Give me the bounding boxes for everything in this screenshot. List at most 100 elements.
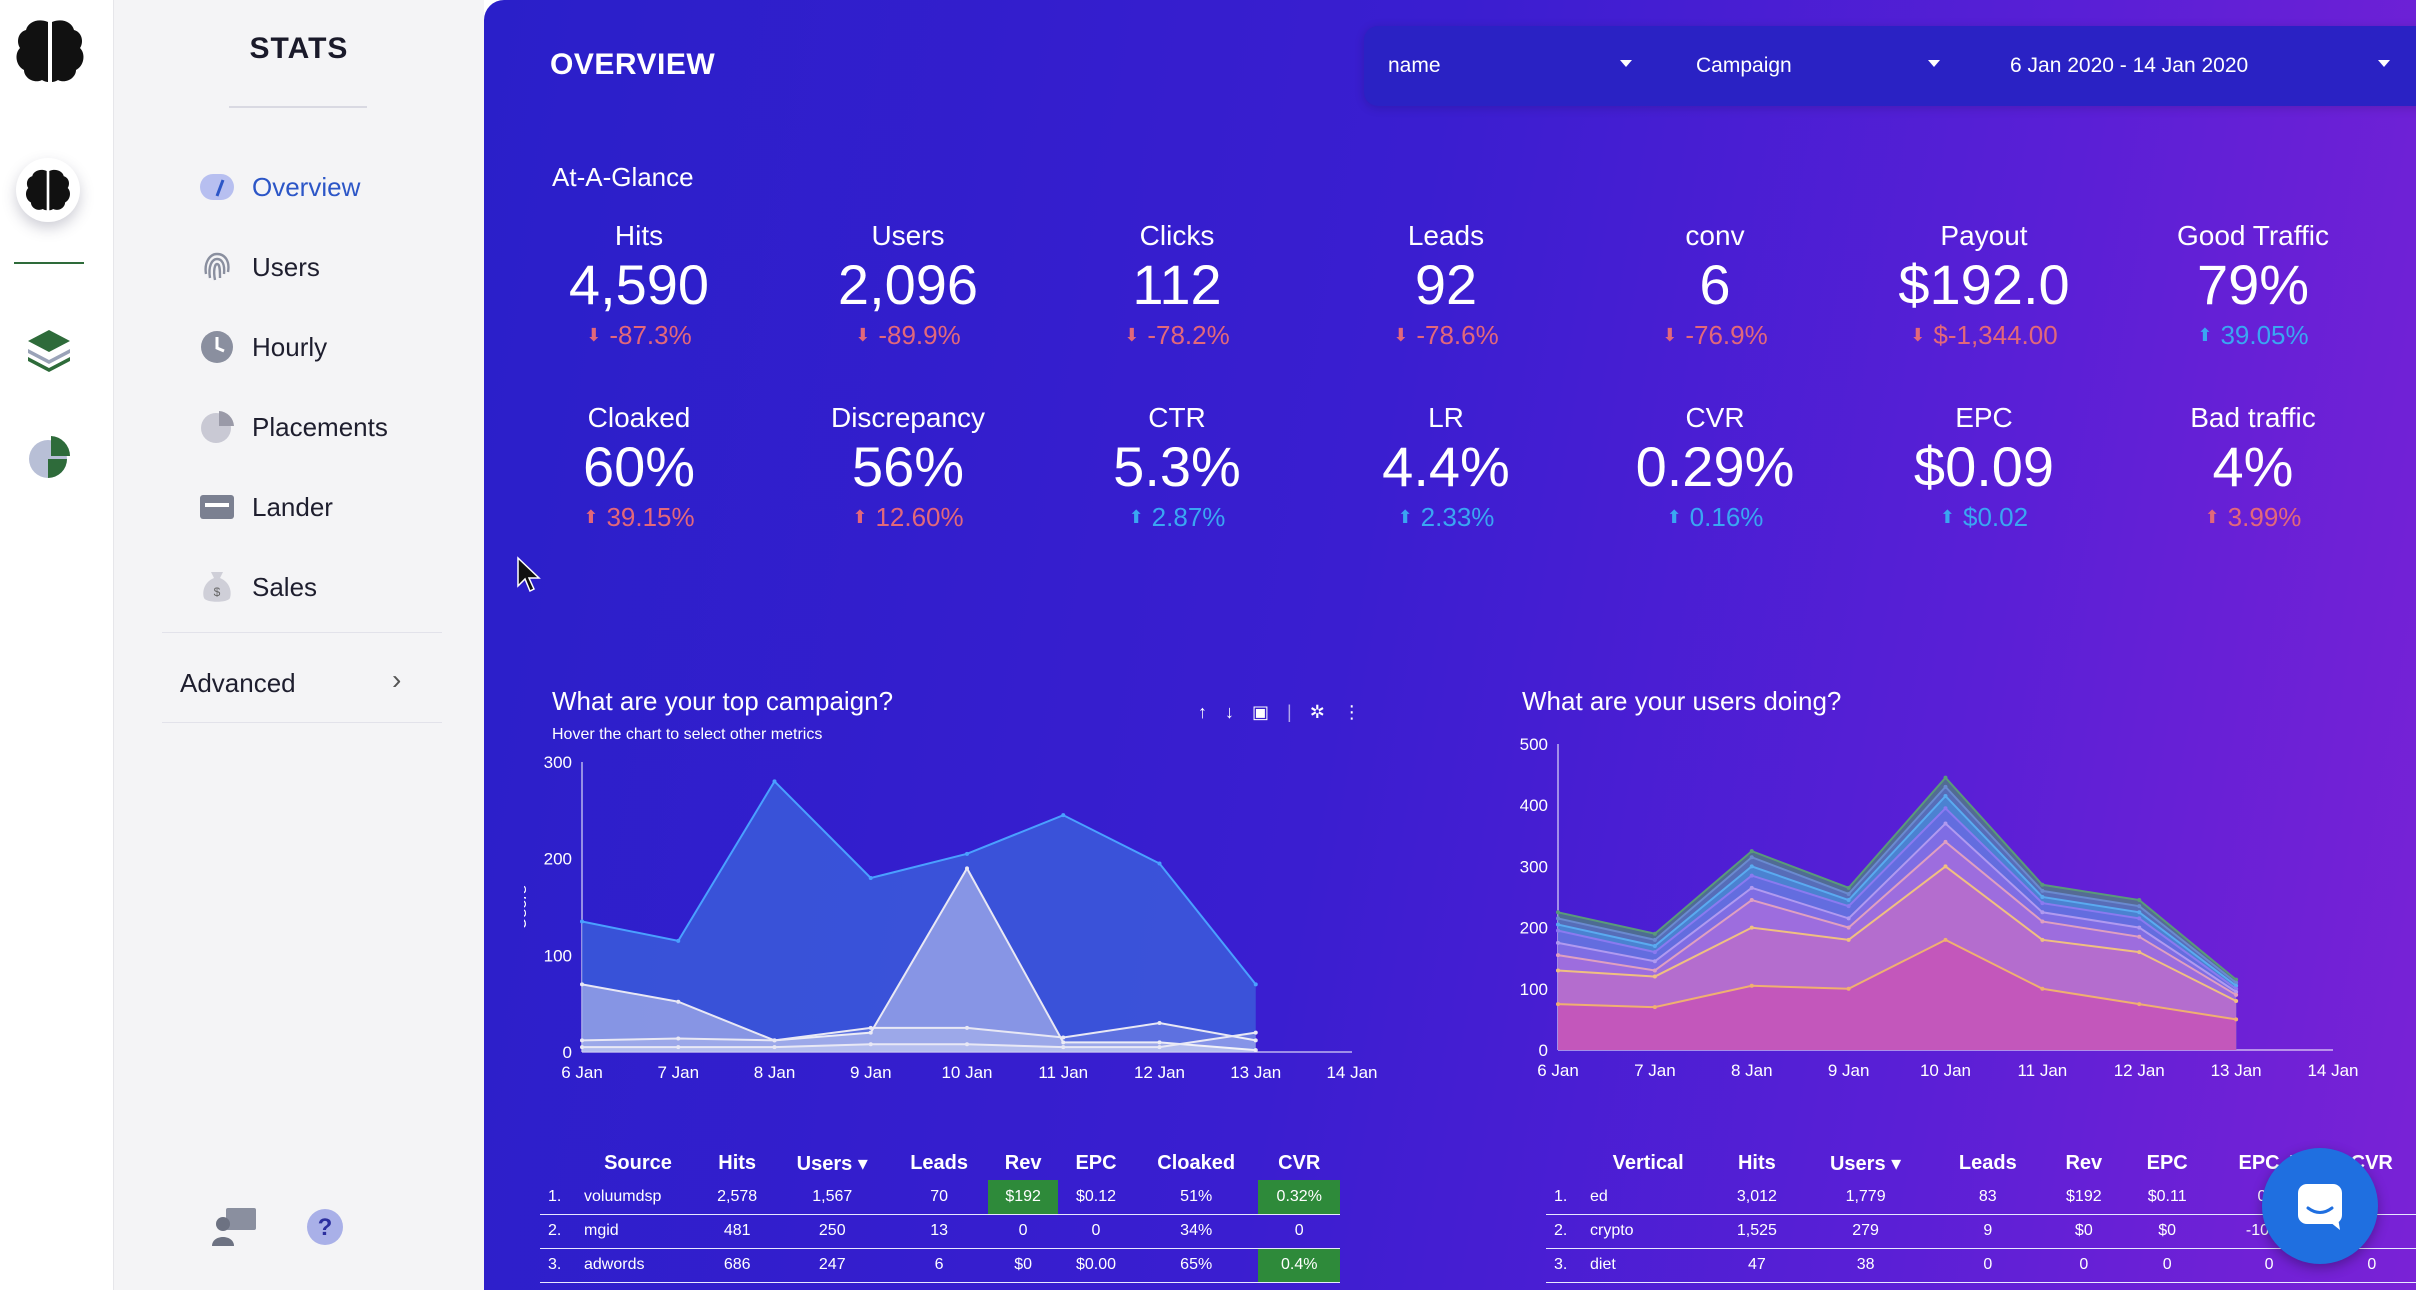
column-header[interactable]: Source [576, 1146, 700, 1180]
data-point[interactable] [1749, 864, 1754, 869]
data-point[interactable] [965, 1025, 969, 1030]
data-point[interactable] [1556, 940, 1560, 945]
data-point[interactable] [772, 1045, 777, 1050]
data-point[interactable] [1157, 1045, 1162, 1050]
data-point[interactable] [772, 779, 777, 784]
data-point[interactable] [1652, 1005, 1657, 1010]
group-select[interactable]: Campaign [1696, 54, 1792, 78]
more-icon[interactable]: ⋮ [1343, 702, 1361, 723]
data-point[interactable] [1846, 885, 1851, 890]
data-point[interactable] [2040, 882, 2045, 887]
data-point[interactable] [2234, 999, 2239, 1004]
data-point[interactable] [2137, 934, 2142, 939]
data-point[interactable] [2137, 910, 2142, 915]
data-point[interactable] [1749, 855, 1754, 860]
data-point[interactable] [1846, 916, 1851, 921]
data-point[interactable] [1846, 891, 1851, 896]
column-header[interactable]: Cloaked [1134, 1146, 1259, 1180]
column-header[interactable]: Leads [890, 1146, 988, 1180]
data-point[interactable] [1061, 813, 1066, 818]
table-row[interactable]: 2. mgid 481 250 13 0 0 34% 0 [540, 1214, 1340, 1249]
data-point[interactable] [965, 1042, 969, 1047]
data-point[interactable] [2234, 992, 2239, 997]
column-header[interactable]: CVR [1258, 1146, 1340, 1180]
data-point[interactable] [772, 1038, 777, 1043]
data-point[interactable] [1749, 885, 1754, 890]
data-point[interactable] [2040, 895, 2045, 899]
data-point[interactable] [1943, 937, 1948, 942]
column-header[interactable]: EPC [2124, 1146, 2211, 1180]
chevron-down-icon[interactable] [1928, 60, 1940, 67]
data-point[interactable] [2137, 925, 2142, 930]
data-point[interactable] [1061, 1045, 1066, 1050]
sparkle-icon[interactable]: ✲ [1310, 702, 1325, 723]
sidebar-item-overview[interactable]: Overview [198, 168, 360, 206]
data-point[interactable] [580, 982, 584, 987]
data-point[interactable] [676, 1045, 681, 1050]
data-point[interactable] [2040, 888, 2045, 893]
data-point[interactable] [580, 919, 584, 924]
data-point[interactable] [2137, 916, 2142, 921]
data-point[interactable] [676, 938, 681, 943]
data-point[interactable] [965, 851, 969, 856]
data-point[interactable] [1943, 775, 1948, 780]
data-point[interactable] [1556, 910, 1560, 915]
data-point[interactable] [1253, 982, 1258, 987]
data-point[interactable] [1749, 898, 1754, 903]
data-point[interactable] [1652, 968, 1657, 973]
sidebar-item-users[interactable]: Users [198, 248, 320, 286]
data-point[interactable] [1749, 849, 1754, 854]
data-point[interactable] [1652, 950, 1657, 955]
data-point[interactable] [1652, 974, 1657, 979]
data-point[interactable] [2137, 950, 2142, 955]
data-point[interactable] [868, 1025, 873, 1030]
data-point[interactable] [2040, 937, 2045, 942]
data-point[interactable] [2040, 919, 2045, 924]
brain-logo-icon[interactable] [14, 16, 86, 86]
data-point[interactable] [580, 1045, 584, 1050]
sidebar-item-placements[interactable]: Placements [198, 408, 388, 446]
sidebar-item-sales[interactable]: $ Sales [198, 568, 317, 606]
chevron-down-icon[interactable] [1620, 60, 1632, 67]
arrow-down-icon[interactable]: ↓ [1225, 702, 1234, 723]
data-point[interactable] [868, 1042, 873, 1047]
data-point[interactable] [2137, 1002, 2142, 1007]
data-point[interactable] [1846, 986, 1851, 991]
data-point[interactable] [1556, 968, 1560, 973]
column-header[interactable]: Users ▾ [1799, 1146, 1931, 1180]
arrow-up-icon[interactable]: ↑ [1198, 702, 1207, 723]
data-point[interactable] [1943, 806, 1948, 811]
chat-launcher-button[interactable] [2262, 1148, 2378, 1264]
users-area-chart[interactable]: 0 100 200 300 400 500 6 Jan 7 Jan 8 Jan 9 Jan 10 J… [1494, 728, 2416, 1094]
data-point[interactable] [1652, 937, 1657, 942]
advanced-section-label[interactable]: Advanced [180, 668, 296, 699]
chevron-down-icon[interactable] [2378, 60, 2390, 67]
brain-nav-button[interactable] [16, 158, 80, 222]
sidebar-item-lander[interactable]: Lander [198, 488, 333, 526]
data-point[interactable] [580, 1038, 584, 1043]
data-point[interactable] [1061, 1035, 1066, 1040]
data-point[interactable] [1556, 922, 1560, 927]
data-point[interactable] [1157, 1021, 1162, 1025]
presentation-user-icon[interactable] [210, 1202, 260, 1252]
column-header[interactable]: Rev [2044, 1146, 2124, 1180]
data-point[interactable] [1157, 861, 1162, 866]
date-range-select[interactable]: 6 Jan 2020 - 14 Jan 2020 [2010, 54, 2248, 78]
campaign-area-chart[interactable]: 0 100 200 300 6 Jan 7 Jan 8 Jan 9 Jan 10 Jan 11 J… [524, 744, 1404, 1094]
layers-icon[interactable] [24, 324, 74, 374]
data-point[interactable] [1943, 839, 1948, 844]
data-point[interactable] [1749, 925, 1754, 930]
chart-icon[interactable]: ▣ [1252, 702, 1269, 723]
data-point[interactable] [1556, 1002, 1560, 1007]
data-point[interactable] [2040, 986, 2045, 991]
data-point[interactable] [965, 866, 969, 871]
data-point[interactable] [1749, 983, 1754, 988]
sidebar-item-hourly[interactable]: Hourly [198, 328, 327, 366]
data-point[interactable] [1556, 928, 1560, 933]
data-point[interactable] [1846, 937, 1851, 942]
data-point[interactable] [2137, 904, 2142, 909]
data-point[interactable] [1943, 794, 1948, 799]
data-point[interactable] [2040, 901, 2045, 906]
pie-icon[interactable] [24, 432, 74, 482]
column-header[interactable]: Hits [700, 1146, 774, 1180]
